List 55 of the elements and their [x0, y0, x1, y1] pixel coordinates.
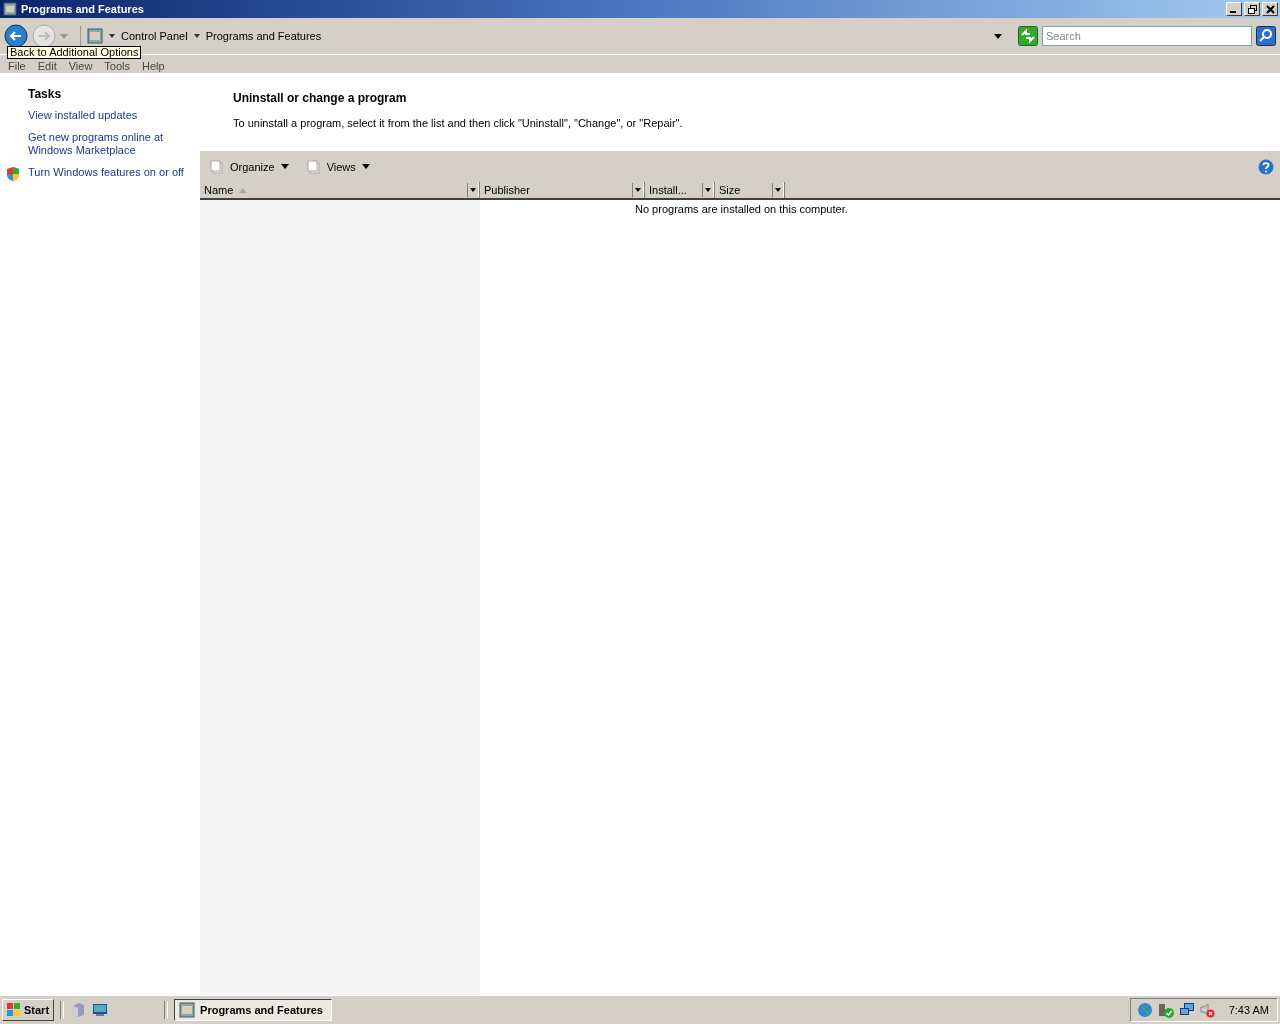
- menu-item[interactable]: File: [2, 56, 32, 72]
- dropdown-icon[interactable]: [994, 33, 1002, 39]
- tasks-heading: Tasks: [28, 87, 63, 101]
- back-button[interactable]: [4, 24, 28, 48]
- shield-icon: [6, 166, 20, 182]
- filter-dropdown-icon[interactable]: [772, 183, 784, 197]
- column-header[interactable]: Name: [200, 182, 480, 198]
- tooltip: Back to Additional Options: [7, 46, 142, 59]
- breadcrumb[interactable]: Control Panel: [121, 30, 188, 42]
- clock: 7:43 AM: [1228, 1004, 1269, 1016]
- empty-list-message: No programs are installed on this computer.: [635, 203, 848, 215]
- task-link[interactable]: Turn Windows features on or off: [28, 166, 184, 179]
- start-button[interactable]: Start: [2, 999, 55, 1021]
- desktop-icon[interactable]: [92, 1002, 109, 1018]
- window-title: Programs and Features: [21, 3, 144, 15]
- caret-icon: [361, 164, 370, 169]
- filter-dropdown-icon[interactable]: [632, 183, 644, 197]
- minimize-button[interactable]: [1226, 2, 1242, 16]
- menu-item[interactable]: View: [62, 56, 99, 72]
- network-icon[interactable]: [1178, 1002, 1195, 1018]
- toolbar-button[interactable]: Views: [302, 157, 374, 176]
- breadcrumb[interactable]: Programs and Features: [205, 30, 322, 42]
- filter-dropdown-icon[interactable]: [702, 183, 714, 197]
- control-panel-icon: [87, 28, 103, 44]
- page-heading: Uninstall or change a program: [233, 91, 408, 105]
- pages-icon: [210, 159, 224, 174]
- window-icon: [179, 1002, 196, 1018]
- taskbar-button[interactable]: Programs and Features: [174, 999, 333, 1021]
- close-button[interactable]: [1262, 2, 1278, 16]
- menu-item[interactable]: Help: [136, 56, 171, 72]
- close-icon: [1265, 4, 1275, 14]
- restore-icon: [1247, 4, 1257, 14]
- window-icon: [3, 2, 17, 16]
- filter-dropdown-icon[interactable]: [467, 183, 479, 197]
- task-link[interactable]: Get new programs online at Windows Marketplace: [28, 131, 168, 157]
- toolbar-button[interactable]: Organize: [206, 157, 293, 176]
- caret-icon: [280, 164, 289, 169]
- column-header[interactable]: Size: [715, 182, 785, 198]
- security-check-icon[interactable]: [1156, 1002, 1175, 1018]
- pages-icon: [306, 159, 321, 174]
- refresh-icon[interactable]: [1018, 26, 1038, 46]
- description-text: To uninstall a program, select it from the list and then click "Uninstall", "Change", or "Repair".: [233, 117, 684, 129]
- restore-button[interactable]: [1244, 2, 1260, 16]
- menu-item[interactable]: Edit: [31, 56, 63, 72]
- search-field[interactable]: Search: [1042, 26, 1252, 46]
- windows-logo-icon: [7, 1003, 21, 1017]
- task-link[interactable]: View installed updates: [28, 109, 138, 122]
- help-icon[interactable]: [1258, 158, 1274, 175]
- caret-icon[interactable]: [193, 34, 200, 38]
- column-header[interactable]: Install...: [645, 182, 715, 198]
- caret-icon[interactable]: [109, 34, 115, 38]
- column-header[interactable]: Publisher: [480, 182, 645, 198]
- search-icon[interactable]: [1256, 26, 1276, 46]
- sort-arrow-icon: [239, 187, 248, 193]
- forward-button[interactable]: [32, 24, 56, 48]
